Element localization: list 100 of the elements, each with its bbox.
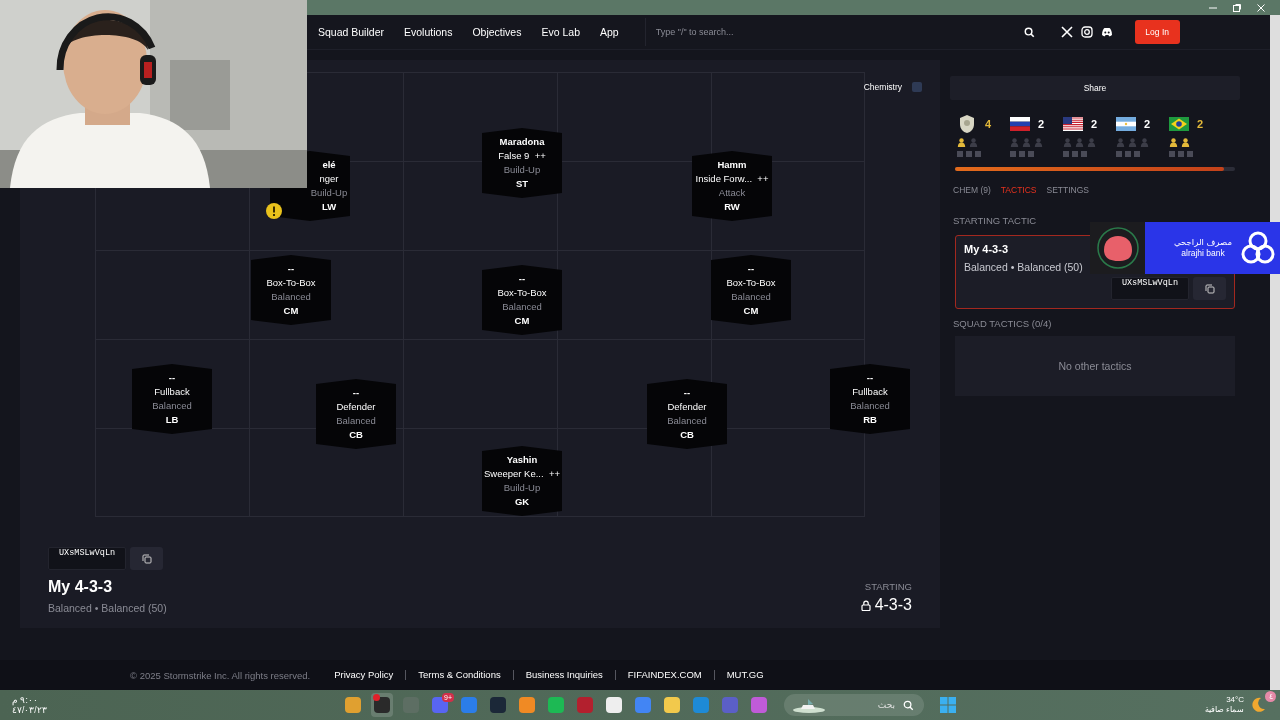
search-field[interactable]: Type "/" to search... <box>653 26 1024 38</box>
sponsor-name: alrajhi bank <box>1181 248 1225 259</box>
player-name: -- <box>518 273 526 285</box>
search-input[interactable]: بحث <box>833 699 897 711</box>
player-position: CM <box>743 305 759 317</box>
player-name: Hamm <box>717 159 747 171</box>
player-style: Build-Up <box>503 482 541 494</box>
player-style: Balanced <box>502 301 542 313</box>
tab[interactable]: TACTICS <box>1000 185 1037 195</box>
player-name: -- <box>168 372 176 384</box>
share-button[interactable]: Share <box>950 76 1240 100</box>
restore-icon[interactable] <box>1232 2 1242 13</box>
nation-count: 2 <box>1091 118 1098 130</box>
player-style: Balanced <box>271 291 311 303</box>
toggle-label: Chemistry <box>863 82 902 92</box>
tactic-name: My 4-3-3 <box>964 243 1009 255</box>
player-card[interactable]: Maradona False 9 ++ Build-Up ST <box>482 128 562 198</box>
footer-link[interactable]: Privacy Policy <box>322 670 406 680</box>
nation-count: 2 <box>1144 118 1151 130</box>
flag-icon <box>1063 114 1083 134</box>
player-style: Build-Up <box>310 187 348 199</box>
sponsor-arabic-name: مصرف الراجحي <box>1174 237 1232 248</box>
knot-logo-icon <box>1240 230 1276 266</box>
player-position: CB <box>680 429 694 441</box>
temperature: 34°C <box>1226 695 1244 705</box>
x-logo-icon[interactable] <box>1060 26 1073 38</box>
player-position: CM <box>514 315 530 327</box>
player-name: -- <box>747 263 755 275</box>
player-card[interactable]: -- Fullback Balanced RB <box>830 364 910 434</box>
player-card[interactable]: -- Defender Balanced CB <box>316 379 396 449</box>
nav-link[interactable]: Evo Lab <box>541 26 580 38</box>
player-style: Attack <box>718 187 746 199</box>
player-position: RB <box>863 414 877 426</box>
player-name: -- <box>866 372 874 384</box>
player-card[interactable]: -- Box-To-Box Balanced CM <box>482 265 562 335</box>
footer-link[interactable]: FIFAINDEX.COM <box>614 670 714 680</box>
nation-count: 4 <box>985 118 992 130</box>
player-position: CB <box>349 429 363 441</box>
squad-tactic: Balanced • Balanced (50) <box>48 602 167 614</box>
player-role: Box-To-Box <box>266 277 316 289</box>
player-card[interactable]: Yashin Sweeper Ke... ++ Build-Up GK <box>482 446 562 516</box>
copy-button[interactable] <box>130 547 164 570</box>
nav-link[interactable]: Evolutions <box>403 26 453 38</box>
player-position: GK <box>514 496 530 508</box>
nav-link[interactable]: Squad Builder <box>318 26 384 38</box>
squad-name: My 4-3-3 <box>48 578 114 596</box>
tab[interactable]: SETTINGS <box>1046 185 1090 195</box>
player-role: nger <box>319 173 339 185</box>
tactic-code: UXsMSLwVqLn <box>1110 277 1189 300</box>
copy-button[interactable] <box>1193 277 1226 300</box>
moon-icon[interactable] <box>1250 697 1266 713</box>
squad-code: UXsMSLwVqLn <box>48 547 127 570</box>
flag-icon <box>1169 114 1189 134</box>
start-icon[interactable] <box>940 697 956 713</box>
clock-time: ٩:٠٠ م <box>12 695 39 705</box>
login-button[interactable]: Log In <box>1134 20 1180 44</box>
search-icon <box>1023 26 1035 38</box>
nation-count: 2 <box>1197 118 1204 130</box>
player-role: Fullback <box>154 386 190 398</box>
player-name: Maradona <box>499 136 545 148</box>
copy-icon <box>1204 283 1215 294</box>
taskbar-search[interactable]: بحث <box>784 694 924 716</box>
player-card[interactable]: -- Fullback Balanced LB <box>132 364 212 434</box>
section-heading: SQUAD TACTICS (0/4) <box>953 318 1053 329</box>
player-name: -- <box>287 263 295 275</box>
nav-link[interactable]: App <box>600 26 619 38</box>
close-icon[interactable] <box>1256 2 1266 13</box>
player-card[interactable]: Hamm Inside Forw... ++ Attack RW <box>692 151 772 221</box>
footer-link[interactable]: Terms & Conditions <box>405 670 513 680</box>
player-role: Fullback <box>852 386 888 398</box>
player-role: Box-To-Box <box>497 287 547 299</box>
player-role: Inside Forw... ++ <box>695 173 769 185</box>
tab[interactable]: CHEM (9) <box>953 185 991 195</box>
footer-link[interactable]: MUT.GG <box>713 670 776 680</box>
section-heading: STARTING TACTIC <box>953 215 1038 226</box>
player-card[interactable]: -- Box-To-Box Balanced CM <box>251 255 331 325</box>
gamepad-logo-icon[interactable] <box>1100 26 1113 38</box>
chemistry-toggle[interactable] <box>912 82 922 92</box>
nav-link[interactable]: Objectives <box>472 26 522 38</box>
player-position: LW <box>321 201 337 213</box>
player-position: LB <box>165 414 179 426</box>
camera-logo-icon[interactable] <box>1080 26 1093 38</box>
footer-link[interactable]: Business Inquiries <box>512 670 615 680</box>
player-style: Build-Up <box>503 164 541 176</box>
player-name: Yashin <box>506 454 538 466</box>
player-style: Balanced <box>731 291 771 303</box>
player-card[interactable]: -- Box-To-Box Balanced CM <box>711 255 791 325</box>
weather-condition: سماء صافية <box>1204 705 1244 715</box>
copy-icon <box>141 553 152 564</box>
scroll-bar[interactable] <box>1270 15 1280 690</box>
player-position: RW <box>724 201 740 213</box>
formation-label: STARTING <box>863 581 912 592</box>
player-position: CM <box>283 305 299 317</box>
player-style: Balanced <box>336 415 376 427</box>
player-card[interactable]: -- Defender Balanced CB <box>647 379 727 449</box>
boat-drawing <box>791 697 827 713</box>
player-name: -- <box>683 387 691 399</box>
player-role: Defender <box>667 401 707 413</box>
copyright-text: © 2025 Stormstrike Inc. All rights reserved. <box>130 669 311 681</box>
search-icon <box>903 699 914 711</box>
